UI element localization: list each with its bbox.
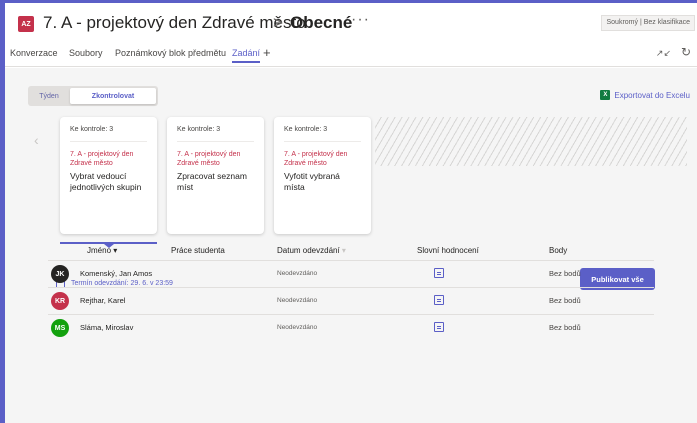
feedback-icon[interactable] (434, 295, 444, 305)
assignment-card[interactable]: Ke kontrole: 3 7. A - projektový den Zdr… (274, 117, 371, 234)
expand-icon[interactable]: ↗↙ (656, 48, 671, 59)
column-header-points: Body (549, 246, 568, 255)
card-class-name: 7. A - projektový den Zdravé město (70, 151, 134, 167)
column-header-date[interactable]: Datum odevzdání (277, 246, 346, 255)
team-avatar[interactable]: AZ (18, 16, 34, 32)
tab-konverzace[interactable]: Konverzace (10, 48, 58, 58)
card-class-name: 7. A - projektový den Zdravé město (177, 151, 241, 167)
avatar: MS (51, 319, 69, 337)
privacy-badge: Soukromý | Bez klasifikace (601, 15, 695, 31)
empty-card-placeholder (375, 117, 687, 166)
feedback-icon[interactable] (434, 268, 444, 278)
card-assignment-title: Vyfotit vybraná místa (284, 171, 340, 192)
column-header-feedback: Slovní hodnocení (417, 246, 479, 255)
table-row[interactable]: JK Komenský, Jan Amos Neodevzdáno Bez bo… (48, 261, 654, 288)
points-value[interactable]: Bez bodů (549, 323, 581, 332)
assignment-card[interactable]: Ke kontrole: 3 7. A - projektový den Zdr… (60, 117, 157, 234)
toggle-week-button[interactable]: Týden (30, 88, 68, 104)
submission-date: Neodevzdáno (277, 324, 318, 331)
refresh-icon[interactable]: ↻ (681, 45, 691, 59)
points-value[interactable]: Bez bodů (549, 269, 581, 278)
card-review-count: Ke kontrole: 3 (284, 126, 361, 142)
column-header-work: Práce studenta (171, 246, 225, 255)
card-review-count: Ke kontrole: 3 (177, 126, 254, 142)
table-header: Jméno ▾ Práce studenta Datum odevzdání S… (48, 241, 654, 261)
submission-date: Neodevzdáno (277, 297, 318, 304)
column-header-name[interactable]: Jméno ▾ (87, 246, 117, 255)
student-name[interactable]: Rejthar, Karel (80, 296, 125, 305)
card-class-name: 7. A - projektový den Zdravé město (284, 151, 348, 167)
assignment-card[interactable]: Ke kontrole: 3 7. A - projektový den Zdr… (167, 117, 264, 234)
toggle-review-button[interactable]: Zkontrolovat (70, 88, 156, 104)
add-tab-button[interactable]: + (263, 45, 271, 60)
breadcrumb-separator: > (273, 13, 283, 32)
feedback-icon[interactable] (434, 322, 444, 332)
channel-name: Obecné (290, 13, 353, 32)
card-assignment-title: Vybrat vedoucí jednotlivých skupin (70, 171, 142, 192)
student-table: Jméno ▾ Práce studenta Datum odevzdání S… (48, 241, 654, 342)
avatar: JK (51, 265, 69, 283)
points-value[interactable]: Bez bodů (549, 296, 581, 305)
card-review-count: Ke kontrole: 3 (70, 126, 147, 142)
card-assignment-title: Zpracovat seznam míst (177, 171, 247, 192)
tab-zadani[interactable]: Zadání (232, 48, 261, 63)
carousel-prev-icon[interactable]: ‹ (34, 132, 39, 148)
channel-tabs: Konverzace Soubory Poznámkový blok předm… (5, 43, 697, 67)
avatar: KR (51, 292, 69, 310)
team-name[interactable]: 7. A - projektový den Zdravé město (43, 13, 306, 33)
export-excel-button[interactable]: X Exportovat do Excelu (600, 90, 690, 100)
student-name[interactable]: Sláma, Miroslav (80, 323, 133, 332)
channel-header: AZ 7. A - projektový den Zdravé město > … (5, 3, 697, 43)
tab-soubory[interactable]: Soubory (69, 48, 103, 58)
export-excel-label: Exportovat do Excelu (614, 90, 690, 100)
table-row[interactable]: MS Sláma, Miroslav Neodevzdáno Bez bodů (48, 315, 654, 342)
more-options-icon[interactable]: ··· (351, 11, 370, 29)
view-toggle: Týden Zkontrolovat (28, 86, 158, 106)
submission-date: Neodevzdáno (277, 270, 318, 277)
tab-poznamkovy-blok[interactable]: Poznámkový blok předmětu (115, 48, 226, 58)
table-row[interactable]: KR Rejthar, Karel Neodevzdáno Bez bodů (48, 288, 654, 315)
excel-icon: X (600, 90, 611, 100)
student-name[interactable]: Komenský, Jan Amos (80, 269, 152, 278)
